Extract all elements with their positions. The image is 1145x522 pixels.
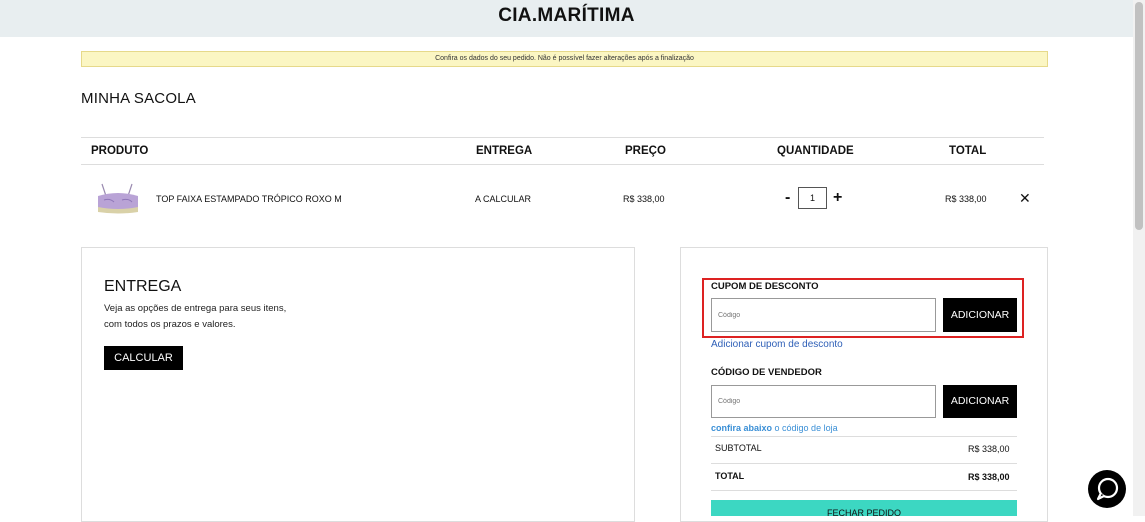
scrollbar-thumb[interactable] [1135,2,1143,230]
column-header-quantity: QUANTIDADE [777,145,854,157]
order-notice: Confira os dados do seu pedido. Não é po… [81,51,1048,67]
shipping-description-line1: Veja as opções de entrega para seus iten… [104,303,287,314]
seller-code-input[interactable] [711,385,936,418]
calculate-shipping-button[interactable]: CALCULAR [104,346,183,370]
product-thumbnail[interactable] [92,180,144,216]
quantity-decrease-button[interactable]: - [785,189,790,207]
site-header: CIA.MARÍTIMA [0,0,1133,37]
seller-code-title: CÓDIGO DE VENDEDOR [711,367,822,378]
add-coupon-link[interactable]: Adicionar cupom de desconto [711,339,843,350]
quantity-increase-button[interactable]: + [833,189,842,207]
summary-divider [711,463,1017,464]
scrollbar[interactable] [1133,0,1145,516]
add-seller-code-button[interactable]: ADICIONAR [943,385,1017,418]
coupon-highlight-box [702,278,1024,338]
subtotal-value: R$ 338,00 [968,444,1010,454]
column-header-product: PRODUTO [91,145,149,157]
product-name[interactable]: TOP FAIXA ESTAMPADO TRÓPICO ROXO M [156,194,342,204]
column-header-price: PREÇO [625,145,666,157]
item-total: R$ 338,00 [945,194,987,204]
close-icon[interactable]: ✕ [1019,190,1031,207]
summary-divider-top [711,436,1017,437]
checkout-button[interactable]: FECHAR PEDIDO [711,500,1017,516]
shipping-title: ENTREGA [104,278,182,295]
quantity-input[interactable]: 1 [798,187,827,209]
seller-code-hint: confira abaixo o código de loja [711,423,838,433]
shipping-description-line2: com todos os prazos e valores. [104,319,236,330]
subtotal-label: SUBTOTAL [715,443,762,453]
shipping-panel: ENTREGA Veja as opções de entrega para s… [81,247,635,522]
delivery-status: A CALCULAR [475,194,532,204]
column-header-delivery: ENTREGA [476,145,533,157]
item-price: R$ 338,00 [623,194,665,204]
chat-button[interactable] [1088,470,1126,508]
table-top-divider [81,137,1044,138]
total-value: R$ 338,00 [968,472,1010,482]
total-label: TOTAL [715,471,745,481]
seller-code-hint-bold: confira abaixo [711,423,773,433]
column-header-total: TOTAL [949,145,987,157]
summary-divider-bottom [711,490,1017,491]
table-header-divider [81,164,1044,165]
seller-code-hint-rest: o código de loja [772,423,838,433]
chat-bubble-icon [1096,477,1119,501]
page-title: MINHA SACOLA [81,90,196,107]
brand-logo[interactable]: CIA.MARÍTIMA [0,5,1133,27]
